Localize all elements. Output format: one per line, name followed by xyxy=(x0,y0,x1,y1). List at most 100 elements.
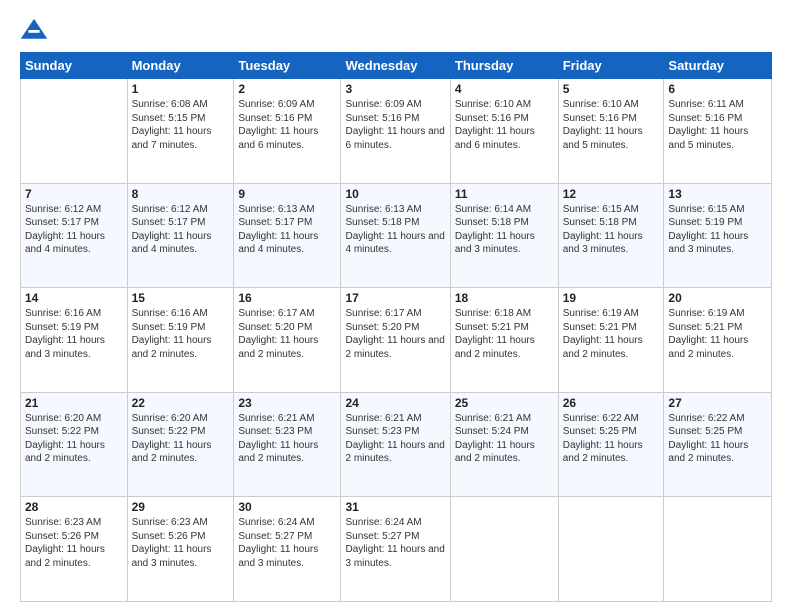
day-number: 11 xyxy=(455,187,554,201)
calendar-cell: 13Sunrise: 6:15 AMSunset: 5:19 PMDayligh… xyxy=(664,183,772,288)
calendar-cell: 18 Sunrise: 6:18 AMSunset: 5:21 PMDayligh… xyxy=(450,288,558,393)
cell-info: Sunrise: 6:20 AMSunset: 5:22 PMDaylight:… xyxy=(25,412,123,466)
calendar-cell: 25 Sunrise: 6:21 AMSunset: 5:24 PMDayligh… xyxy=(450,392,558,497)
logo-icon xyxy=(20,16,48,44)
calendar-cell: 30 Sunrise: 6:24 AMSunset: 5:27 PMDayligh… xyxy=(234,497,341,602)
day-number: 17 xyxy=(345,291,445,305)
weekday-wednesday: Wednesday xyxy=(341,53,450,79)
calendar-cell xyxy=(21,79,128,184)
cell-info: Sunrise: 6:24 AMSunset: 5:27 PMDaylight:… xyxy=(345,516,445,570)
calendar-cell: 6Sunrise: 6:11 AMSunset: 5:16 PMDaylight… xyxy=(664,79,772,184)
weekday-friday: Friday xyxy=(558,53,664,79)
week-row-1: 1 Sunrise: 6:08 AMSunset: 5:15 PMDaylight… xyxy=(21,79,772,184)
week-row-4: 21 Sunrise: 6:20 AMSunset: 5:22 PMDayligh… xyxy=(21,392,772,497)
page: SundayMondayTuesdayWednesdayThursdayFrid… xyxy=(0,0,792,612)
day-number: 23 xyxy=(238,396,336,410)
cell-info: Sunrise: 6:21 AMSunset: 5:24 PMDaylight:… xyxy=(455,412,554,466)
logo xyxy=(20,16,52,44)
header xyxy=(20,16,772,44)
calendar-cell: 20Sunrise: 6:19 AMSunset: 5:21 PMDayligh… xyxy=(664,288,772,393)
cell-info: Sunrise: 6:23 AMSunset: 5:26 PMDaylight:… xyxy=(25,516,123,570)
day-number: 10 xyxy=(345,187,445,201)
day-number: 1 xyxy=(132,82,230,96)
day-number: 30 xyxy=(238,500,336,514)
day-number: 8 xyxy=(132,187,230,201)
day-number: 28 xyxy=(25,500,123,514)
weekday-header-row: SundayMondayTuesdayWednesdayThursdayFrid… xyxy=(21,53,772,79)
cell-info: Sunrise: 6:11 AMSunset: 5:16 PMDaylight:… xyxy=(668,98,767,152)
cell-info: Sunrise: 6:24 AMSunset: 5:27 PMDaylight:… xyxy=(238,516,336,570)
calendar-cell: 16 Sunrise: 6:17 AMSunset: 5:20 PMDayligh… xyxy=(234,288,341,393)
cell-info: Sunrise: 6:22 AMSunset: 5:25 PMDaylight:… xyxy=(563,412,660,466)
cell-info: Sunrise: 6:15 AMSunset: 5:18 PMDaylight:… xyxy=(563,203,660,257)
day-number: 3 xyxy=(345,82,445,96)
cell-info: Sunrise: 6:19 AMSunset: 5:21 PMDaylight:… xyxy=(563,307,660,361)
cell-info: Sunrise: 6:22 AMSunset: 5:25 PMDaylight:… xyxy=(668,412,767,466)
day-number: 15 xyxy=(132,291,230,305)
day-number: 16 xyxy=(238,291,336,305)
cell-info: Sunrise: 6:12 AMSunset: 5:17 PMDaylight:… xyxy=(25,203,123,257)
calendar-cell: 14 Sunrise: 6:16 AMSunset: 5:19 PMDayligh… xyxy=(21,288,128,393)
calendar-cell: 4 Sunrise: 6:10 AMSunset: 5:16 PMDaylight… xyxy=(450,79,558,184)
cell-info: Sunrise: 6:09 AMSunset: 5:16 PMDaylight:… xyxy=(345,98,445,152)
day-number: 13 xyxy=(668,187,767,201)
calendar-cell xyxy=(664,497,772,602)
cell-info: Sunrise: 6:21 AMSunset: 5:23 PMDaylight:… xyxy=(238,412,336,466)
calendar-cell: 2Sunrise: 6:09 AMSunset: 5:16 PMDaylight… xyxy=(234,79,341,184)
calendar-cell: 15 Sunrise: 6:16 AMSunset: 5:19 PMDayligh… xyxy=(127,288,234,393)
cell-info: Sunrise: 6:10 AMSunset: 5:16 PMDaylight:… xyxy=(455,98,554,152)
cell-info: Sunrise: 6:18 AMSunset: 5:21 PMDaylight:… xyxy=(455,307,554,361)
calendar-cell: 10 Sunrise: 6:13 AMSunset: 5:18 PMDayligh… xyxy=(341,183,450,288)
day-number: 26 xyxy=(563,396,660,410)
calendar-cell: 8 Sunrise: 6:12 AMSunset: 5:17 PMDaylight… xyxy=(127,183,234,288)
cell-info: Sunrise: 6:13 AMSunset: 5:17 PMDaylight:… xyxy=(238,203,336,257)
cell-info: Sunrise: 6:23 AMSunset: 5:26 PMDaylight:… xyxy=(132,516,230,570)
day-number: 4 xyxy=(455,82,554,96)
week-row-3: 14 Sunrise: 6:16 AMSunset: 5:19 PMDayligh… xyxy=(21,288,772,393)
calendar-cell: 12 Sunrise: 6:15 AMSunset: 5:18 PMDayligh… xyxy=(558,183,664,288)
weekday-sunday: Sunday xyxy=(21,53,128,79)
calendar-cell: 24 Sunrise: 6:21 AMSunset: 5:23 PMDayligh… xyxy=(341,392,450,497)
cell-info: Sunrise: 6:08 AMSunset: 5:15 PMDaylight:… xyxy=(132,98,230,152)
day-number: 29 xyxy=(132,500,230,514)
cell-info: Sunrise: 6:21 AMSunset: 5:23 PMDaylight:… xyxy=(345,412,445,466)
calendar-cell: 28 Sunrise: 6:23 AMSunset: 5:26 PMDayligh… xyxy=(21,497,128,602)
day-number: 21 xyxy=(25,396,123,410)
day-number: 31 xyxy=(345,500,445,514)
cell-info: Sunrise: 6:12 AMSunset: 5:17 PMDaylight:… xyxy=(132,203,230,257)
calendar-cell: 31 Sunrise: 6:24 AMSunset: 5:27 PMDayligh… xyxy=(341,497,450,602)
calendar-cell: 27 Sunrise: 6:22 AMSunset: 5:25 PMDayligh… xyxy=(664,392,772,497)
cell-info: Sunrise: 6:17 AMSunset: 5:20 PMDaylight:… xyxy=(238,307,336,361)
day-number: 5 xyxy=(563,82,660,96)
calendar-cell xyxy=(558,497,664,602)
cell-info: Sunrise: 6:13 AMSunset: 5:18 PMDaylight:… xyxy=(345,203,445,257)
day-number: 18 xyxy=(455,291,554,305)
calendar-cell: 17Sunrise: 6:17 AMSunset: 5:20 PMDayligh… xyxy=(341,288,450,393)
day-number: 22 xyxy=(132,396,230,410)
day-number: 7 xyxy=(25,187,123,201)
weekday-saturday: Saturday xyxy=(664,53,772,79)
calendar-cell: 3 Sunrise: 6:09 AMSunset: 5:16 PMDaylight… xyxy=(341,79,450,184)
day-number: 19 xyxy=(563,291,660,305)
calendar-cell: 21 Sunrise: 6:20 AMSunset: 5:22 PMDayligh… xyxy=(21,392,128,497)
calendar-cell: 11Sunrise: 6:14 AMSunset: 5:18 PMDayligh… xyxy=(450,183,558,288)
calendar-cell: 26 Sunrise: 6:22 AMSunset: 5:25 PMDayligh… xyxy=(558,392,664,497)
week-row-5: 28 Sunrise: 6:23 AMSunset: 5:26 PMDayligh… xyxy=(21,497,772,602)
day-number: 25 xyxy=(455,396,554,410)
cell-info: Sunrise: 6:16 AMSunset: 5:19 PMDaylight:… xyxy=(25,307,123,361)
cell-info: Sunrise: 6:20 AMSunset: 5:22 PMDaylight:… xyxy=(132,412,230,466)
weekday-monday: Monday xyxy=(127,53,234,79)
day-number: 20 xyxy=(668,291,767,305)
cell-info: Sunrise: 6:16 AMSunset: 5:19 PMDaylight:… xyxy=(132,307,230,361)
day-number: 9 xyxy=(238,187,336,201)
day-number: 24 xyxy=(345,396,445,410)
day-number: 27 xyxy=(668,396,767,410)
cell-info: Sunrise: 6:09 AMSunset: 5:16 PMDaylight:… xyxy=(238,98,336,152)
weekday-tuesday: Tuesday xyxy=(234,53,341,79)
week-row-2: 7 Sunrise: 6:12 AMSunset: 5:17 PMDaylight… xyxy=(21,183,772,288)
calendar: SundayMondayTuesdayWednesdayThursdayFrid… xyxy=(20,52,772,602)
calendar-cell: 9 Sunrise: 6:13 AMSunset: 5:17 PMDaylight… xyxy=(234,183,341,288)
day-number: 12 xyxy=(563,187,660,201)
day-number: 14 xyxy=(25,291,123,305)
calendar-cell: 22 Sunrise: 6:20 AMSunset: 5:22 PMDayligh… xyxy=(127,392,234,497)
